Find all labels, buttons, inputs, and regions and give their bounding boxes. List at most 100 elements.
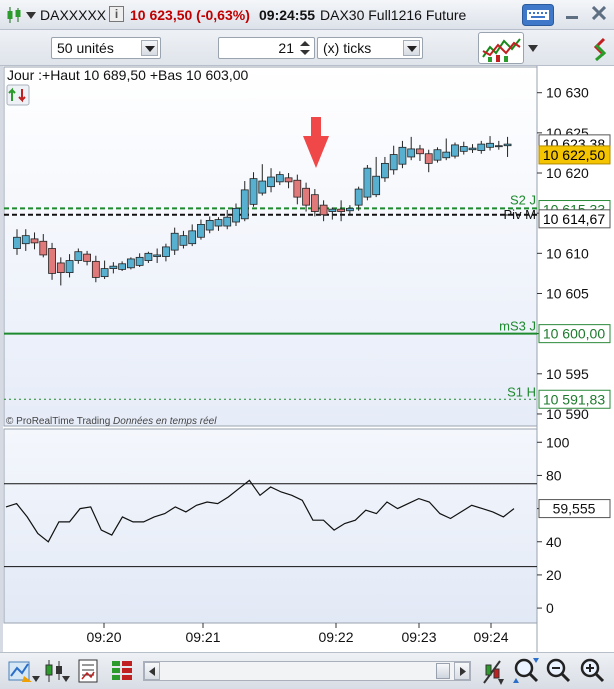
cursor-tool-icon[interactable] xyxy=(480,657,504,685)
candle-body xyxy=(162,246,170,257)
candle-body xyxy=(65,260,74,274)
level-label: S2 J xyxy=(510,192,536,207)
scroll-left-button[interactable] xyxy=(144,662,160,680)
candle-body xyxy=(135,256,144,266)
candle-body xyxy=(30,238,39,244)
candle-body xyxy=(214,219,223,227)
horizontal-scrollbar[interactable] xyxy=(143,661,471,681)
candle-body xyxy=(118,263,127,270)
candle-body xyxy=(302,187,310,206)
close-icon[interactable] xyxy=(592,6,606,20)
chevron-down-icon[interactable] xyxy=(528,45,538,52)
candle-body xyxy=(337,208,346,212)
candle-body xyxy=(424,153,433,164)
candle-body xyxy=(56,262,65,274)
chevron-down-icon[interactable] xyxy=(403,40,420,56)
chevron-down-icon[interactable] xyxy=(26,12,36,19)
keyboard-icon[interactable] xyxy=(522,4,554,26)
candle-body xyxy=(293,179,302,198)
candle-body xyxy=(267,176,275,188)
time-label: 09:20 xyxy=(86,629,121,645)
scroll-right-button[interactable] xyxy=(454,662,470,680)
indicator-tick-label: 20 xyxy=(546,567,562,583)
drawing-tools-icon[interactable] xyxy=(8,658,34,684)
indicator-panel[interactable] xyxy=(3,428,538,624)
candle-body xyxy=(310,194,319,212)
units-select[interactable]: 50 unités xyxy=(51,37,161,59)
zoom-out-icon[interactable] xyxy=(544,657,572,685)
price-badge: 10 591,83 xyxy=(538,389,611,409)
price-tick-label: 10 610 xyxy=(546,245,589,261)
candle-body xyxy=(188,230,197,245)
chart-toolbar: 50 unités 21 (x) ticks xyxy=(0,30,614,66)
price-badge-text: 10 591,83 xyxy=(543,391,605,407)
stepper-arrows-icon[interactable] xyxy=(298,39,312,57)
candle-body xyxy=(197,224,205,238)
ticks-unit-select[interactable]: (x) ticks xyxy=(317,37,423,59)
chevron-down-icon[interactable] xyxy=(62,676,70,682)
candle-body xyxy=(275,174,284,183)
candle-body xyxy=(153,254,162,257)
link-arrows-icon[interactable] xyxy=(590,36,610,62)
candle-body xyxy=(249,178,258,205)
candle-body xyxy=(126,258,135,269)
indicator-tick-label: 0 xyxy=(546,600,554,616)
chart-area[interactable]: S2 J Piv MmS3 J S1 H 10 630 10 625 10 620 10 … xyxy=(3,66,614,652)
chevron-right-icon xyxy=(460,667,466,676)
ticks-stepper[interactable]: 21 xyxy=(218,37,315,59)
order-book-icon[interactable] xyxy=(110,659,134,683)
candle-body xyxy=(284,177,293,183)
candle-body xyxy=(459,146,468,152)
units-select-value: 50 unités xyxy=(57,40,114,56)
chevron-down-icon[interactable] xyxy=(141,40,158,56)
info-icon[interactable]: i xyxy=(109,6,124,22)
candle-body xyxy=(468,147,477,151)
price-change: 10 623,50 (-0,63%) xyxy=(130,7,250,23)
candle-body xyxy=(109,265,118,269)
chart-canvas[interactable]: S2 JPiv MmS3 JS1 H 10 63010 62510 62010 … xyxy=(3,66,614,652)
scroll-thumb[interactable] xyxy=(436,663,450,679)
zoom-fit-icon[interactable] xyxy=(512,657,540,685)
candle-body xyxy=(144,252,153,261)
candle-body xyxy=(232,207,240,223)
chart-style-button[interactable] xyxy=(478,32,524,64)
candle-body xyxy=(48,248,56,274)
candle xyxy=(126,257,135,270)
price-tick-label: 10 605 xyxy=(546,285,589,301)
zoom-in-icon[interactable] xyxy=(578,657,606,685)
candle-body xyxy=(433,149,442,161)
candle-body xyxy=(21,235,30,245)
candle-body xyxy=(83,253,91,262)
instrument-name: DAX30 Full1216 Future xyxy=(320,7,467,23)
indicator-value-badge: 59,555 xyxy=(538,499,611,519)
candle-body xyxy=(319,204,328,216)
candle-body xyxy=(100,268,109,278)
candle-body xyxy=(179,235,188,246)
bottom-toolbar xyxy=(0,652,614,689)
candle-body xyxy=(223,216,232,227)
minimize-icon[interactable] xyxy=(566,16,578,20)
price-panel[interactable] xyxy=(3,66,538,427)
candle-body xyxy=(389,154,398,171)
period-switch-icon[interactable] xyxy=(6,84,30,106)
instrument-code[interactable]: DAXXXXX xyxy=(40,7,106,23)
candle-body xyxy=(486,142,494,148)
candle-body xyxy=(240,189,249,220)
ticks-unit-value: (x) ticks xyxy=(323,40,372,56)
level-label: mS3 J xyxy=(499,319,536,334)
candle-body xyxy=(258,180,267,194)
title-bar: DAXXXXX i 10 623,50 (-0,63%) 09:24:55 DA… xyxy=(0,0,614,30)
candle-body xyxy=(39,240,48,256)
chart-style-icon xyxy=(482,38,521,62)
candle-body xyxy=(91,260,100,278)
candle-body xyxy=(503,143,512,147)
price-tick-label: 10 630 xyxy=(546,85,589,101)
chevron-down-icon[interactable] xyxy=(32,676,40,682)
chevron-left-icon xyxy=(149,667,155,676)
indicator-list-icon[interactable] xyxy=(78,659,98,683)
price-badge-text: 10 614,67 xyxy=(543,211,605,227)
candle xyxy=(433,147,442,163)
indicator-tick-label: 40 xyxy=(546,534,562,550)
indicator-value-text: 59,555 xyxy=(553,501,596,517)
price-badge: 10 600,00 xyxy=(538,324,611,344)
